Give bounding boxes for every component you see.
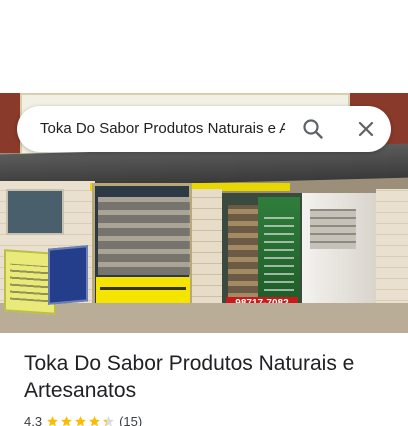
photo-window: [6, 189, 64, 235]
photo-yellow-banner: [96, 277, 190, 305]
photo-door-goods: [228, 205, 258, 305]
rating-value: 4.3: [24, 413, 43, 426]
photo-green-banner-text: [264, 211, 294, 291]
review-count[interactable]: (15): [119, 414, 142, 426]
rating-stars: [46, 415, 115, 426]
rating-row[interactable]: 4.3 (15): [24, 413, 142, 426]
star-icon: [103, 415, 114, 426]
search-bar[interactable]: Toka Do Sabor Produtos Naturais e Artesa…: [17, 106, 391, 152]
close-icon[interactable]: [354, 117, 378, 141]
photo-banner-text-line: [100, 287, 186, 290]
star-icon: [89, 415, 100, 426]
search-icon[interactable]: [301, 117, 325, 141]
search-input[interactable]: Toka Do Sabor Produtos Naturais e Artesa…: [40, 120, 285, 138]
star-icon: [61, 415, 72, 426]
star-icon: [47, 415, 58, 426]
place-title: Toka Do Sabor Produtos Naturais e Artesa…: [24, 352, 355, 402]
place-page: 98717-7082 Toka Do Sabor Produtos Natura…: [0, 0, 408, 426]
photo-sign-board-text: [10, 263, 50, 303]
photo-sign-board-blue: [48, 245, 88, 305]
photo-interior-shelf: [310, 209, 356, 249]
star-icon: [75, 415, 86, 426]
photo-shelves: [98, 197, 190, 275]
photo-sidewalk: [0, 303, 408, 333]
